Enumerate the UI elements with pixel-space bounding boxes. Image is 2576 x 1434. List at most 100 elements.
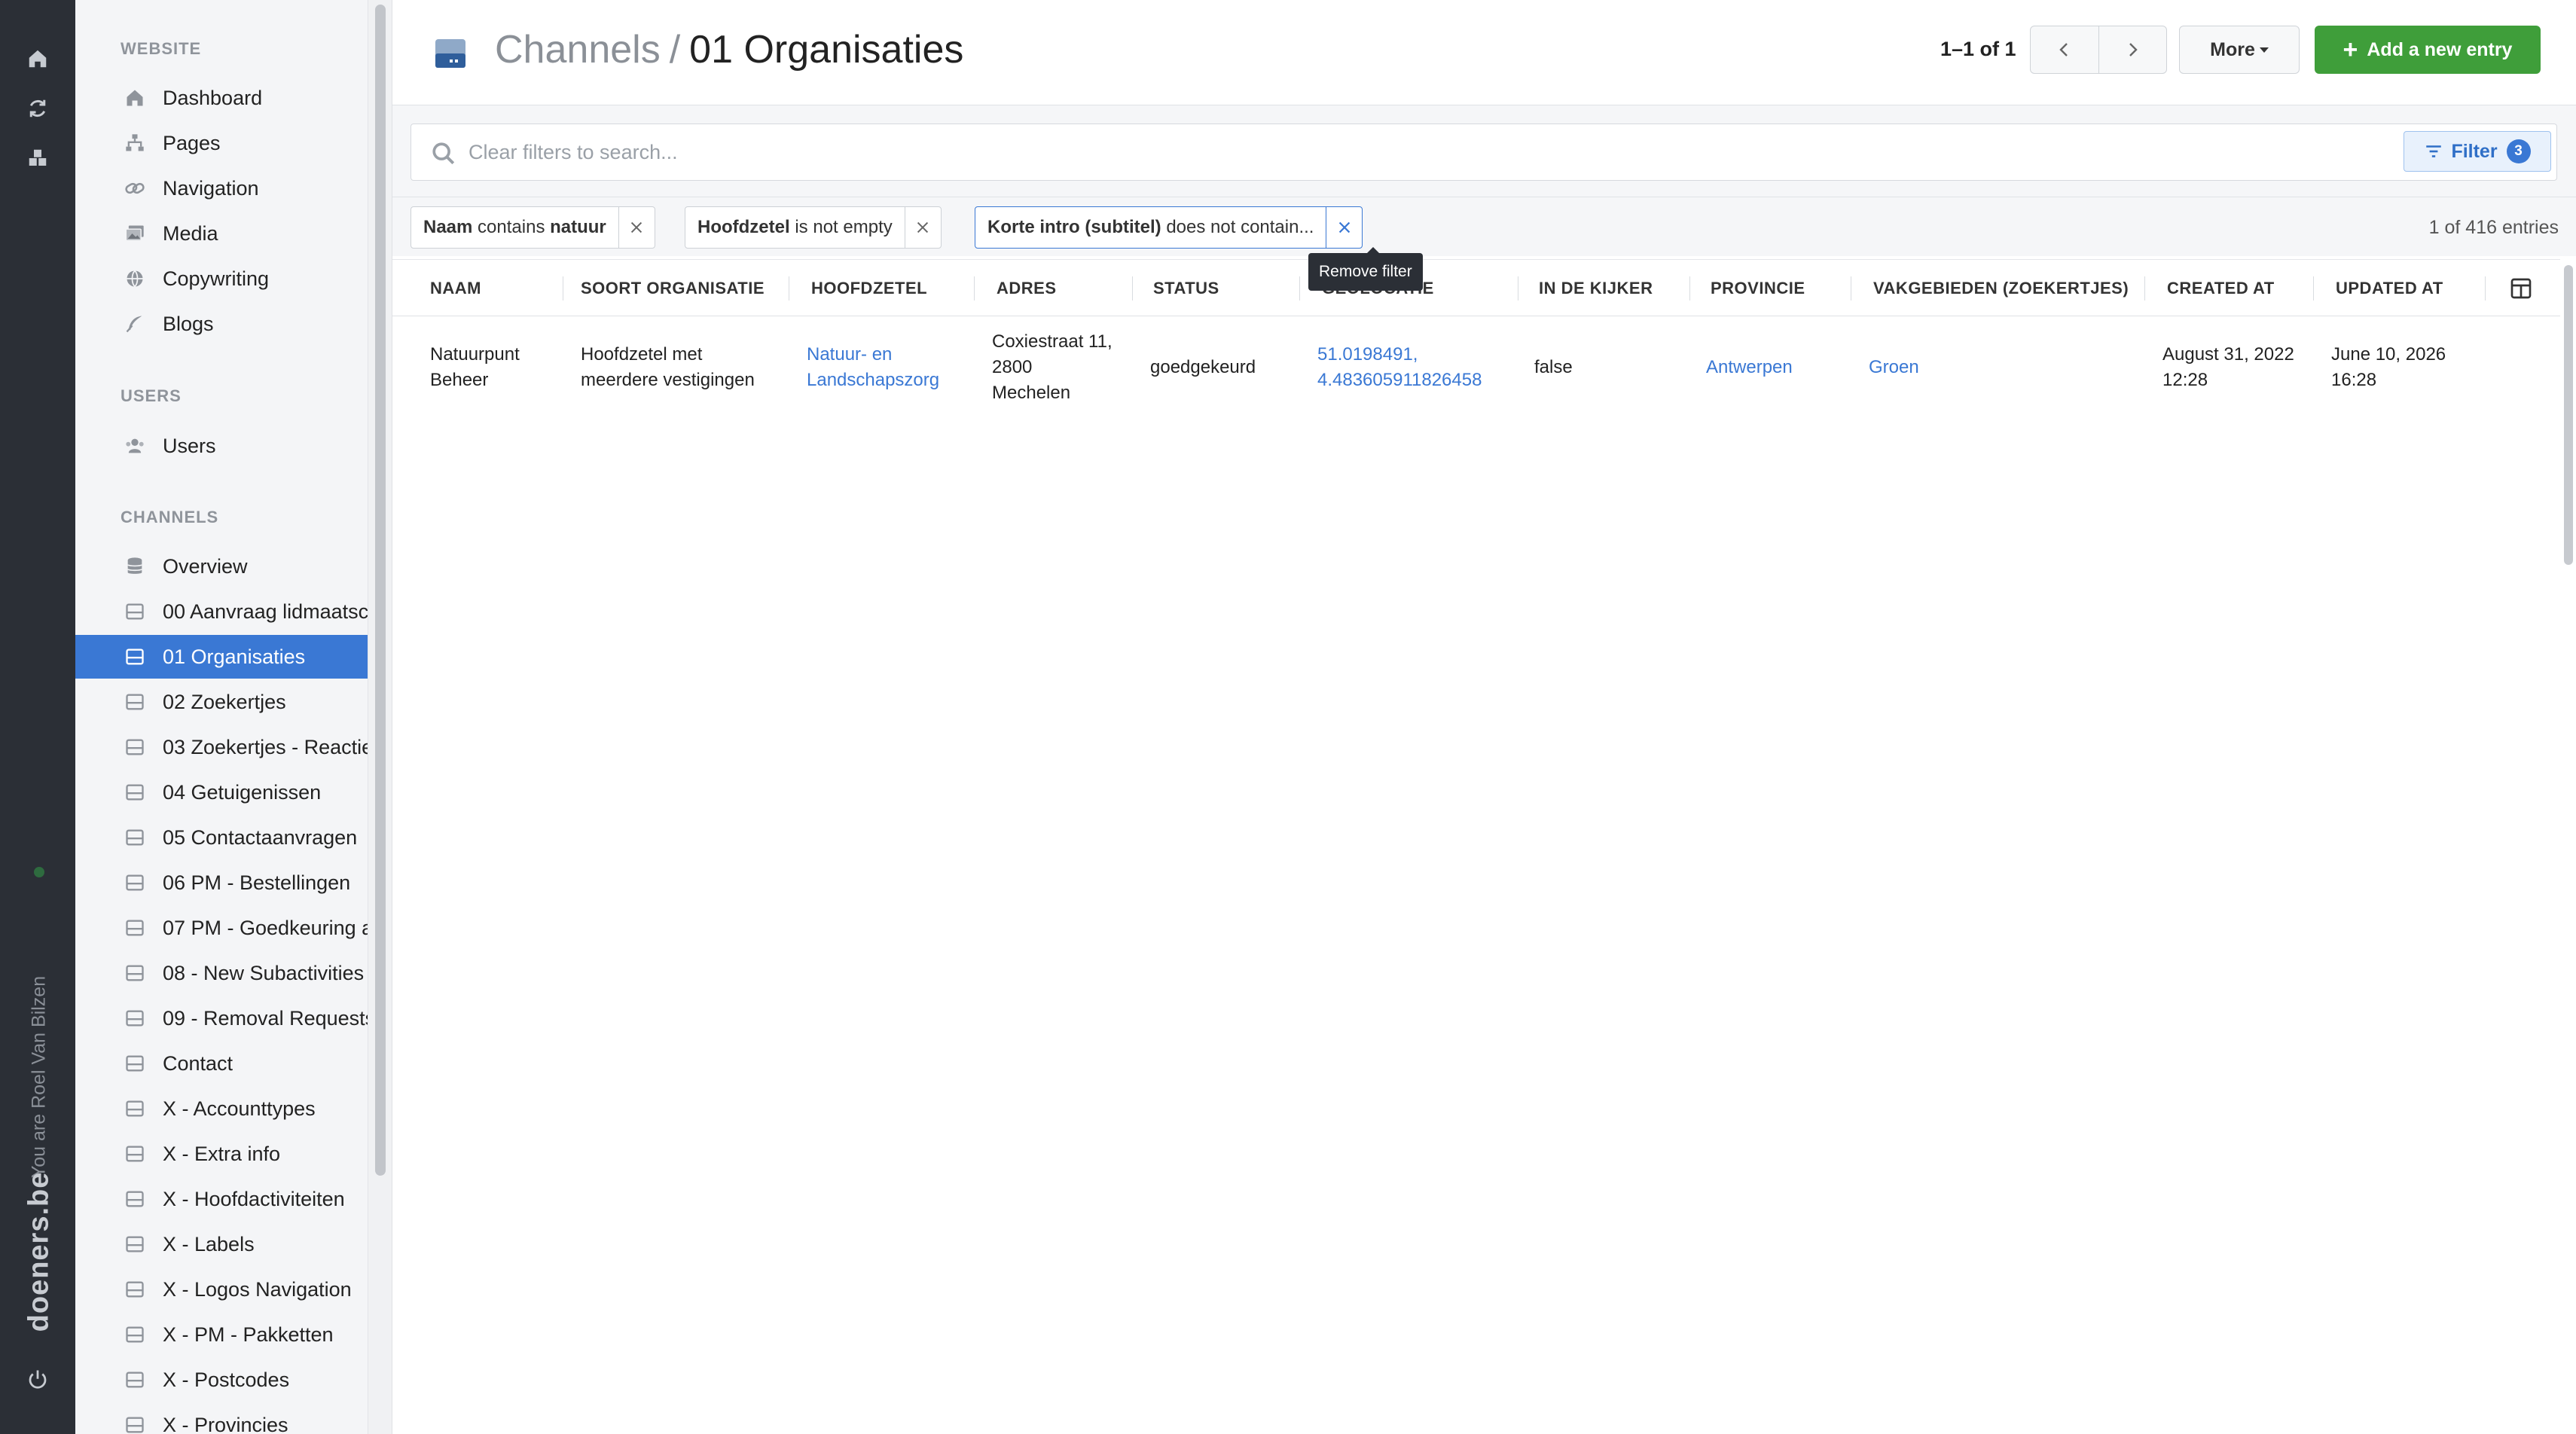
column-divider[interactable]: [974, 276, 975, 301]
sidebar-item-label: Users: [163, 434, 216, 457]
sidebar-item-label: 05 Contactaanvragen: [163, 825, 358, 849]
sidebar-item-contact[interactable]: Contact: [75, 1042, 368, 1085]
sidebar-item-03-zoekertjes-reacties[interactable]: 03 Zoekertjes - Reacties: [75, 725, 368, 769]
cell-hoofdzetel-link[interactable]: Natuur- en Landschapszorg: [807, 316, 972, 419]
column-settings-icon[interactable]: [2509, 276, 2533, 301]
column-header-updated-at[interactable]: UPDATED AT: [2336, 260, 2443, 317]
filter-chip[interactable]: Naam contains natuur: [411, 206, 655, 249]
close-icon: [917, 221, 929, 233]
sidebar-item-label: 06 PM - Bestellingen: [163, 871, 351, 894]
pagination-text: 1–1 of 1: [1940, 38, 2016, 60]
home-icon[interactable]: [23, 44, 53, 74]
filter-button-label: Filter: [2451, 140, 2498, 162]
sidebar-item-label: Overview: [163, 554, 248, 578]
sidebar-item-x-logos-navigation[interactable]: X - Logos Navigation: [75, 1268, 368, 1311]
sidebar-item-x-extra-info[interactable]: X - Extra info: [75, 1132, 368, 1176]
close-icon: [631, 221, 642, 233]
next-page-button[interactable]: [2099, 26, 2167, 73]
sidebar-scrollbar[interactable]: [368, 0, 392, 1434]
column-header-adres[interactable]: ADRES: [997, 260, 1057, 317]
sidebar-item-dashboard[interactable]: Dashboard: [75, 76, 368, 120]
column-divider[interactable]: [1132, 276, 1133, 301]
filter-button[interactable]: Filter 3: [2404, 131, 2551, 172]
sidebar-item-01-organisaties[interactable]: 01 Organisaties: [75, 635, 368, 679]
sidebar-item-05-contactaanvragen[interactable]: 05 Contactaanvragen: [75, 816, 368, 859]
sidebar-item-x-hoofdactiviteiten[interactable]: X - Hoofdactiviteiten: [75, 1177, 368, 1221]
filter-chip[interactable]: Hoofdzetel is not empty: [685, 206, 942, 249]
main-scrollbar[interactable]: [2559, 259, 2576, 862]
sidebar-scrollbar-thumb[interactable]: [375, 5, 386, 1176]
sidebar-heading-website: WEBSITE: [121, 39, 202, 58]
sidebar-item-x-accounttypes[interactable]: X - Accounttypes: [75, 1087, 368, 1130]
cubes-icon[interactable]: [23, 143, 53, 173]
column-header-provincie[interactable]: PROVINCIE: [1711, 260, 1805, 317]
sidebar-item-pages[interactable]: Pages: [75, 121, 368, 165]
sidebar-item-07-pm-goedkeuring-aanvragen[interactable]: 07 PM - Goedkeuring aanvragen: [75, 906, 368, 950]
column-header-soort-organisatie[interactable]: SOORT ORGANISATIE: [581, 260, 765, 317]
online-status-dot: [34, 867, 44, 877]
table-row[interactable]: Natuurpunt Beheer Hoofdzetel met meerder…: [392, 316, 2560, 419]
sidebar-item-08-new-subactivities[interactable]: 08 - New Subactivities: [75, 951, 368, 995]
sidebar-item-02-zoekertjes[interactable]: 02 Zoekertjes: [75, 680, 368, 724]
column-divider[interactable]: [2485, 276, 2486, 301]
column-divider[interactable]: [1299, 276, 1300, 301]
sidebar-item-09-removal-requests[interactable]: 09 - Removal Requests: [75, 996, 368, 1040]
refresh-icon[interactable]: [23, 93, 53, 124]
sidebar-item-label: 02 Zoekertjes: [163, 690, 286, 713]
table-icon: [124, 1007, 146, 1030]
sitemap-icon: [124, 132, 146, 154]
column-divider[interactable]: [2313, 276, 2314, 301]
cell-provincie-link[interactable]: Antwerpen: [1706, 316, 1849, 419]
table-icon: [124, 1368, 146, 1391]
breadcrumb-channels[interactable]: Channels: [495, 28, 661, 72]
column-header-created-at[interactable]: CREATED AT: [2167, 260, 2275, 317]
search-input[interactable]: Clear filters to search...: [411, 124, 2557, 181]
column-divider[interactable]: [1689, 276, 1690, 301]
sidebar-item-00-aanvraag-lidmaatschap[interactable]: 00 Aanvraag lidmaatschap: [75, 590, 368, 633]
add-new-entry-button[interactable]: + Add a new entry: [2315, 26, 2541, 74]
column-header-vakgebieden[interactable]: VAKGEBIEDEN (ZOEKERTJES): [1873, 260, 2129, 317]
link-icon: [124, 177, 146, 200]
entries-count: 1 of 416 entries: [2428, 217, 2559, 238]
more-button[interactable]: More: [2179, 26, 2300, 74]
sidebar-item-label: X - Hoofdactiviteiten: [163, 1187, 345, 1210]
cell-updated-at: June 10, 2026 16:28: [2331, 344, 2446, 390]
sidebar-item-06-pm-bestellingen[interactable]: 06 PM - Bestellingen: [75, 861, 368, 905]
remove-filter-button[interactable]: [618, 207, 655, 248]
power-icon[interactable]: [23, 1365, 53, 1395]
table-icon: [124, 736, 146, 758]
brand-logo[interactable]: doeners.be: [23, 1172, 56, 1332]
sidebar-item-x-labels[interactable]: X - Labels: [75, 1222, 368, 1266]
sidebar-item-blogs[interactable]: Blogs: [75, 302, 368, 346]
sidebar-item-label: Navigation: [163, 176, 259, 200]
sidebar: WEBSITE Dashboard Pages Navigation Media Cop…: [75, 0, 392, 1434]
sidebar-item-overview[interactable]: Overview: [75, 545, 368, 588]
filter-chip[interactable]: Korte intro (subtitel) does not contain.…: [975, 206, 1363, 249]
column-header-status[interactable]: STATUS: [1153, 260, 1219, 317]
images-icon: [124, 222, 146, 245]
sidebar-item-media[interactable]: Media: [75, 212, 368, 255]
main-scrollbar-thumb[interactable]: [2564, 265, 2573, 565]
sidebar-item-04-getuigenissen[interactable]: 04 Getuigenissen: [75, 770, 368, 814]
sidebar-item-copywriting[interactable]: Copywriting: [75, 257, 368, 301]
sidebar-item-x-postcodes[interactable]: X - Postcodes: [75, 1358, 368, 1402]
main-content: Channels/01 Organisaties 1–1 of 1 More +…: [392, 0, 2576, 1434]
sidebar-item-users[interactable]: Users: [75, 424, 368, 468]
sidebar-item-label: 00 Aanvraag lidmaatschap: [163, 600, 368, 623]
column-header-hoofdzetel[interactable]: HOOFDZETEL: [811, 260, 927, 317]
column-divider[interactable]: [2144, 276, 2145, 301]
remove-filter-button[interactable]: [1326, 207, 1362, 248]
cell-vakgebieden-link[interactable]: Groen: [1869, 316, 2140, 419]
plus-icon: +: [2343, 35, 2358, 64]
table-icon: [124, 1233, 146, 1256]
column-header-naam[interactable]: NAAM: [430, 260, 481, 317]
sidebar-item-x-pm-pakketten[interactable]: X - PM - Pakketten: [75, 1313, 368, 1356]
column-header-in-de-kijker[interactable]: IN DE KIJKER: [1539, 260, 1653, 317]
filter-icon: [2426, 145, 2442, 157]
remove-filter-button[interactable]: [904, 207, 941, 248]
sidebar-item-navigation[interactable]: Navigation: [75, 166, 368, 210]
sidebar-item-x-provincies[interactable]: X - Provincies: [75, 1403, 368, 1434]
cell-geolocatie-link[interactable]: 51.0198491, 4.483605911826458: [1317, 316, 1513, 419]
previous-page-button[interactable]: [2031, 26, 2099, 73]
table-icon: [124, 1323, 146, 1346]
